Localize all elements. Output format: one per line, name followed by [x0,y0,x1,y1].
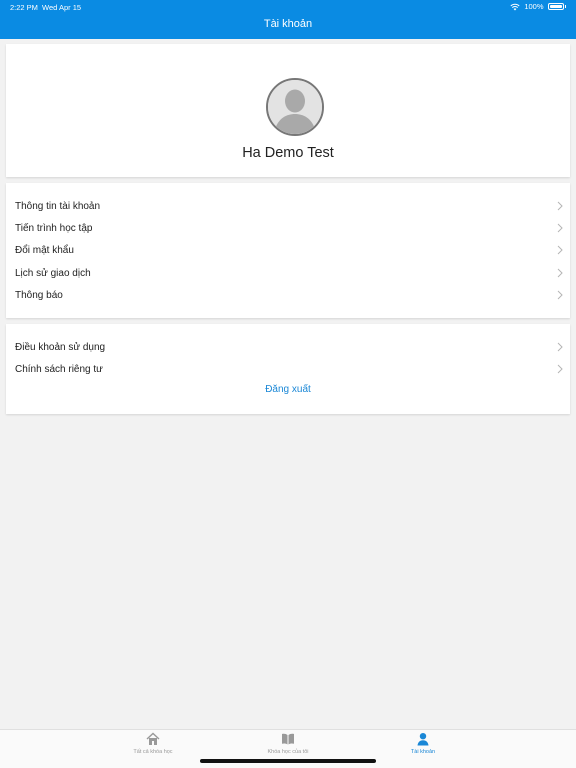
menu-item-transaction-history[interactable]: Lịch sử giao dịch [6,262,570,284]
battery-percent: 100% [524,2,544,11]
menu-item-label: Đổi mật khẩu [15,244,74,256]
menu-item-notifications[interactable]: Thông báo [6,284,570,306]
menu-item-change-password[interactable]: Đổi mật khẩu [6,239,570,261]
default-user-avatar-icon [268,80,322,134]
wifi-icon [510,3,520,10]
tab-label: Tất cả khóa học [133,749,173,755]
tab-account[interactable]: Tài khoản [363,732,483,760]
book-icon [282,733,294,745]
tab-all-courses[interactable]: Tất cả khóa học [93,732,213,760]
menu-item-learning-progress[interactable]: Tiến trình học tập [6,217,570,239]
menu-item-privacy-policy[interactable]: Chính sách riêng tư [6,358,570,380]
status-indicators: 100% [510,2,566,11]
avatar [266,78,324,136]
menu-item-label: Tiến trình học tập [15,222,93,234]
tab-label: Tài khoản [410,749,436,755]
menu-item-account-info[interactable]: Thông tin tài khoản [6,195,570,217]
home-icon [146,732,160,745]
chevron-right-icon [557,268,563,278]
logout-button[interactable]: Đăng xuất [6,384,570,395]
chevron-right-icon [557,364,563,374]
menu-item-label: Chính sách riêng tư [15,363,103,375]
profile-name: Ha Demo Test [242,145,334,161]
chevron-right-icon [557,290,563,300]
navigation-header: 2:22 PM Wed Apr 15 100% Tài khoản [0,0,576,39]
status-date: Wed Apr 15 [42,3,82,12]
legal-menu-section: Điều khoản sử dụng Chính sách riêng tư Đ… [6,324,570,414]
chevron-right-icon [557,223,563,233]
home-indicator[interactable] [200,759,376,763]
account-menu-section: Thông tin tài khoản Tiến trình học tập Đ… [6,183,570,318]
menu-item-label: Thông báo [15,289,63,301]
chevron-right-icon [557,245,563,255]
menu-item-terms-of-use[interactable]: Điều khoản sử dụng [6,336,570,358]
tab-my-courses[interactable]: Khóa học của tôi [228,732,348,760]
person-icon [417,733,429,746]
tab-label: Khóa học của tôi [267,749,309,755]
status-bar: 2:22 PM Wed Apr 15 100% [0,0,576,14]
menu-item-label: Điều khoản sử dụng [15,341,106,353]
profile-card: Ha Demo Test [6,44,570,177]
menu-item-label: Lịch sử giao dịch [15,267,91,279]
menu-item-label: Thông tin tài khoản [15,200,101,212]
chevron-right-icon [557,342,563,352]
chevron-right-icon [557,201,563,211]
status-time: 2:22 PM [10,3,38,12]
page-title: Tài khoản [263,18,313,30]
battery-cap [564,5,566,8]
battery-icon [547,3,564,10]
